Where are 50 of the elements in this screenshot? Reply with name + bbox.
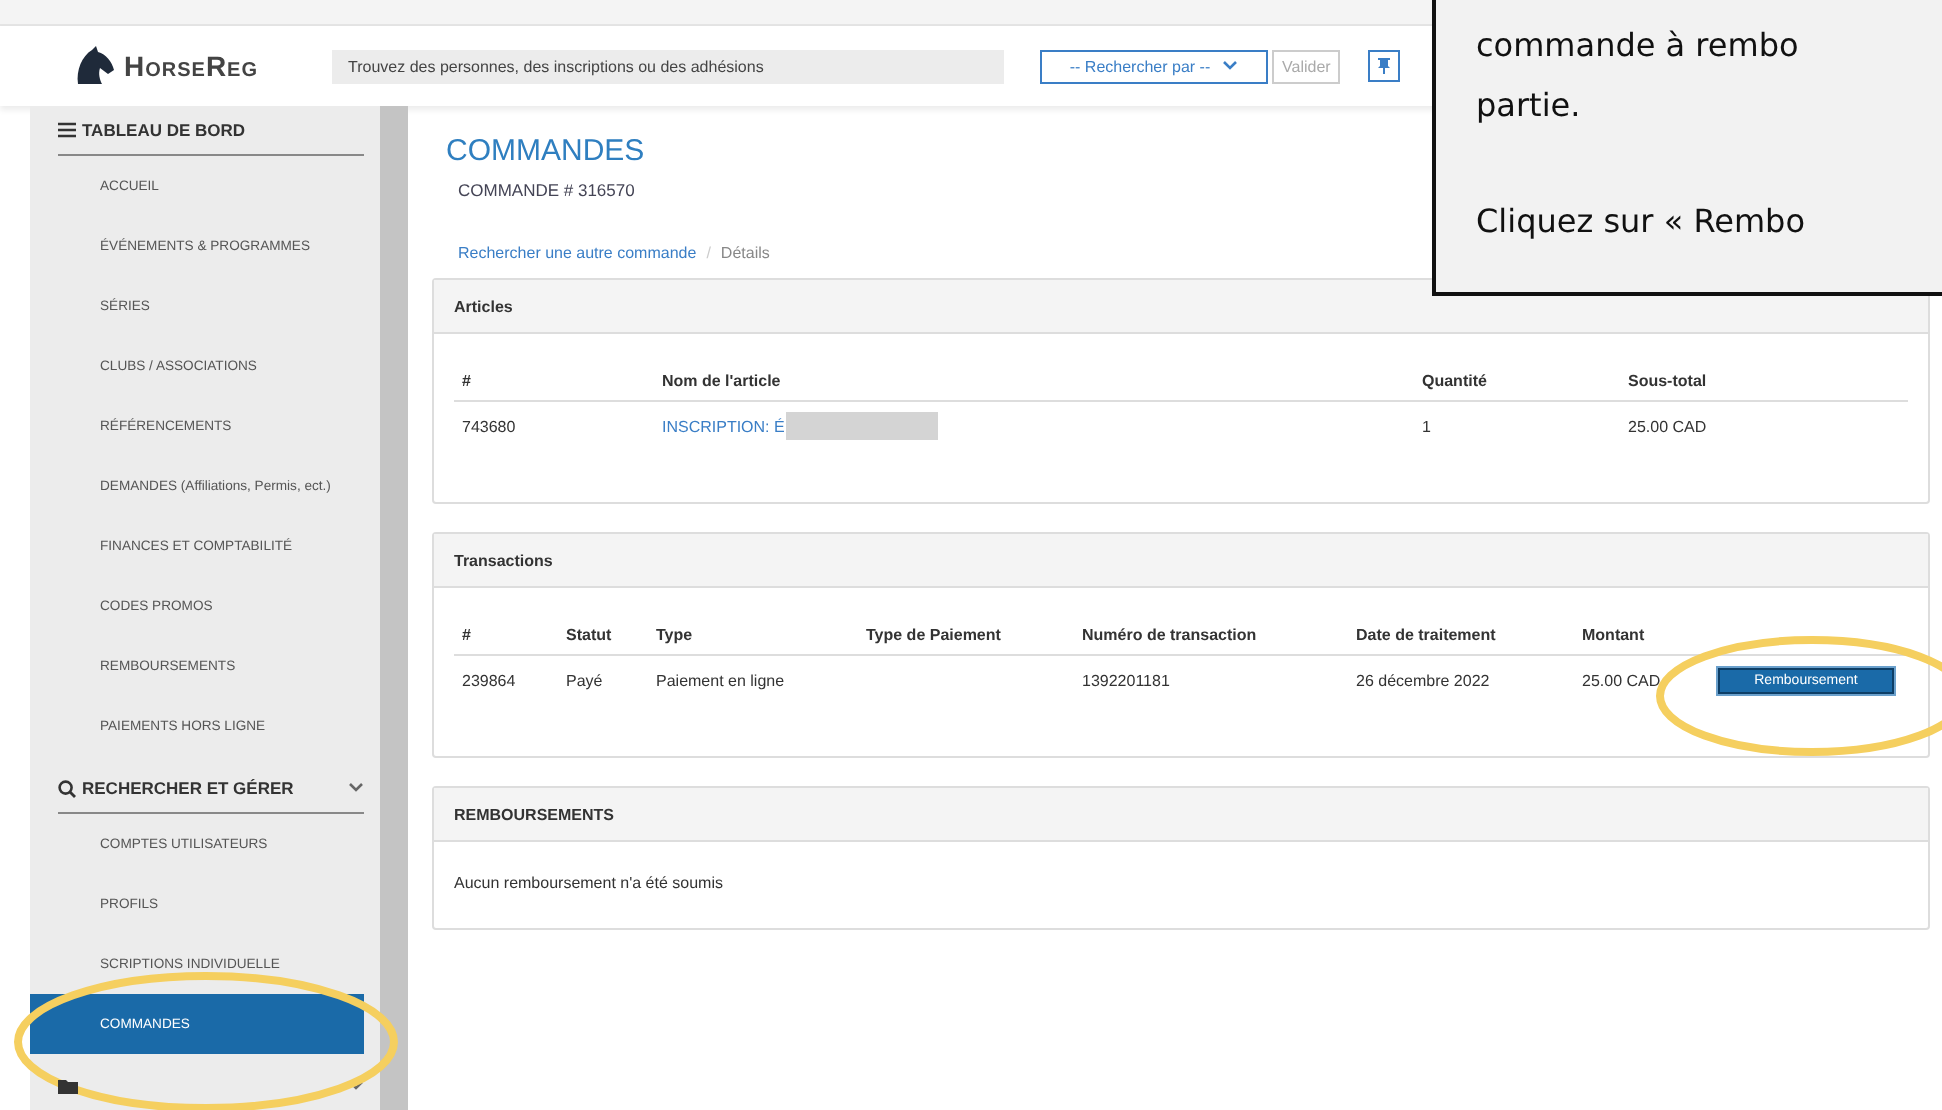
section-title: TABLEAU DE BORD [82,120,246,140]
page-title: COMMANDES [446,134,647,168]
column-header: Type de Paiement [866,626,1003,644]
column-header: # [462,626,473,644]
scrollbar[interactable] [380,106,408,1110]
table-cell-text: 1 [1422,417,1433,435]
chevron-icon [348,782,364,794]
table-cell-text: Payé [566,671,605,689]
callout-text: commande à rembo [1476,24,1801,68]
table-cell-text: 1392201181 [1082,671,1172,689]
menu-icon [58,122,76,138]
column-header: Quantité [1422,372,1489,390]
column-header: Statut [566,626,614,644]
table-cell-text: 743680 [462,417,518,435]
column-header: Nom de l'article [662,372,783,390]
pin-button[interactable] [1368,50,1401,82]
search-icon [58,779,76,797]
panel-heading: Articles [434,280,1928,334]
search-by-dropdown[interactable]: -- Rechercher par -- [1040,49,1268,83]
breadcrumb-link[interactable]: Rechercher une autre commande [458,244,697,262]
chevron-icon [1222,60,1239,72]
sidebar-section-header[interactable]: TABLEAU DE BORD [58,114,364,156]
column-header: # [462,372,473,390]
search-field[interactable]: Trouvez des personnes, des inscriptions ou des adhésions [332,49,1004,83]
breadcrumb-separator: / [706,244,711,262]
panel-heading: Transactions [434,534,1928,588]
column-header: Date de traitement [1356,626,1498,644]
table-cell-text: 25.00 CAD [1582,671,1663,689]
horse-head-logo-icon [72,46,116,86]
column-header: Sous-total [1628,372,1709,390]
chevron-icon [348,1080,364,1092]
logo-text: HorseReg [124,50,259,82]
panel-heading: REMBOURSEMENTS [434,788,1928,842]
table-cell-text: 25.00 CAD [1628,417,1709,435]
section-title: RECHERCHER ET GÉRER [82,778,294,798]
column-header: Type [656,626,695,644]
column-header: Numéro de transaction [1082,626,1259,644]
pin-icon [1378,58,1391,74]
callout-text: Cliquez sur « Rembo [1476,200,1807,244]
article-link[interactable]: INSCRIPTION: É [662,417,785,435]
table-cell-text: 239864 [462,671,518,689]
column-header: Montant [1582,626,1647,644]
sidebar-section-header[interactable]: RECHERCHER ET GÉRER [58,772,364,814]
table-cell-text: Paiement en ligne [656,671,787,689]
order-number: COMMANDE # 316570 [458,180,637,200]
callout-text: partie. [1476,84,1583,128]
empty-message: Aucun remboursement n'a été soumis [452,872,725,896]
breadcrumb-current: Détails [720,244,770,262]
folder-icon [58,1078,78,1094]
table-cell-text: 26 décembre 2022 [1356,671,1492,689]
